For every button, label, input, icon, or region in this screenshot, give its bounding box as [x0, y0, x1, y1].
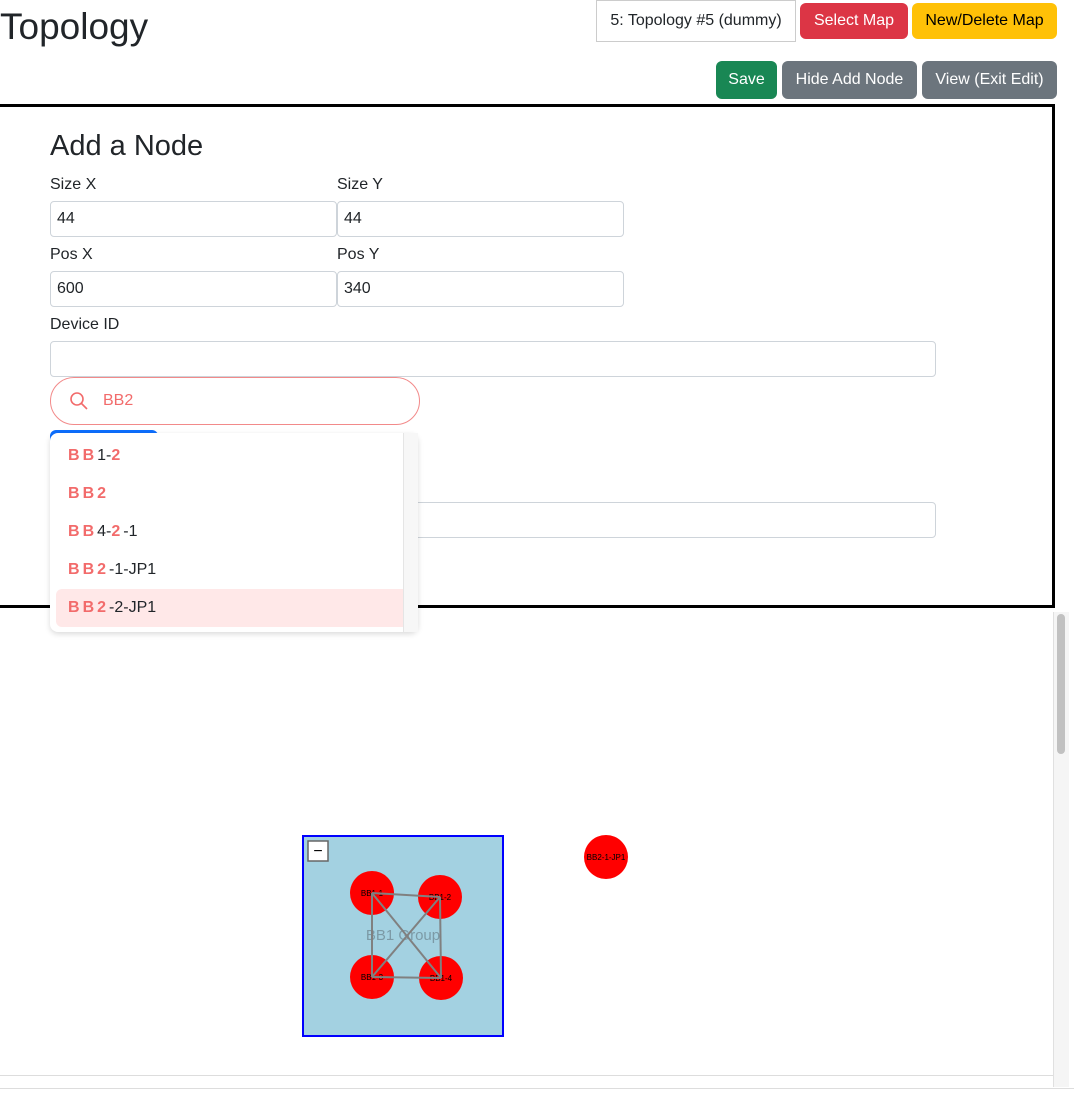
node-label: BB2-1-JP1: [587, 853, 626, 862]
collapse-icon: −: [313, 843, 322, 860]
link[interactable]: [371, 976, 442, 979]
link[interactable]: [439, 896, 442, 979]
topology-graph: BB1 Group BB1-1BB1-2BB1-3BB1-4BB2-1-JP1 …: [302, 835, 628, 1037]
